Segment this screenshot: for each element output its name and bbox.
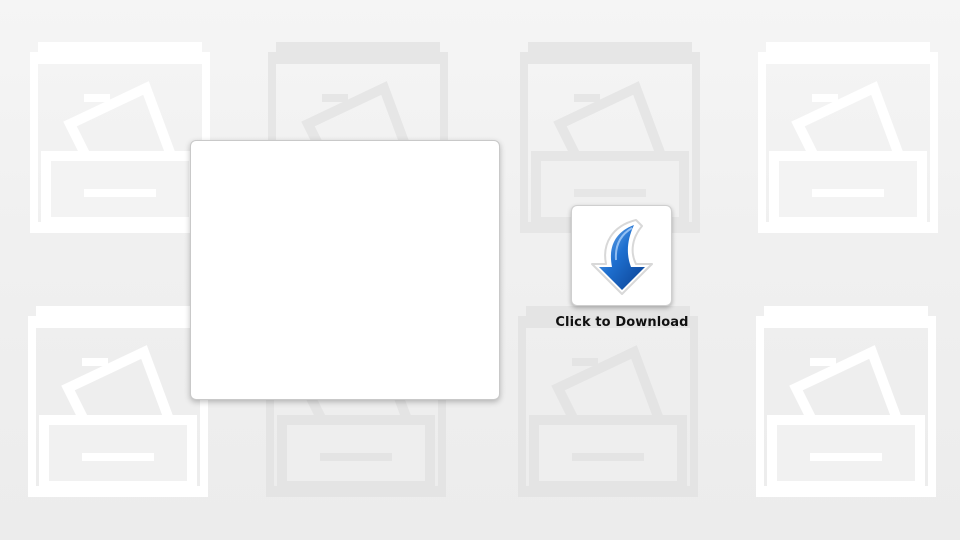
filing-cabinet-icon — [28, 302, 208, 497]
download-arrow-icon — [591, 219, 653, 295]
download-button[interactable]: Click to Download — [548, 205, 696, 335]
filing-cabinet-icon — [520, 38, 700, 233]
preview-panel — [190, 140, 500, 400]
filing-cabinet-icon — [30, 38, 210, 233]
download-label[interactable]: Click to Download — [548, 315, 696, 330]
page-background: Click to Download — [0, 0, 960, 540]
download-tile[interactable] — [571, 205, 672, 306]
filing-cabinet-icon — [758, 38, 938, 233]
filing-cabinet-icon — [756, 302, 936, 497]
